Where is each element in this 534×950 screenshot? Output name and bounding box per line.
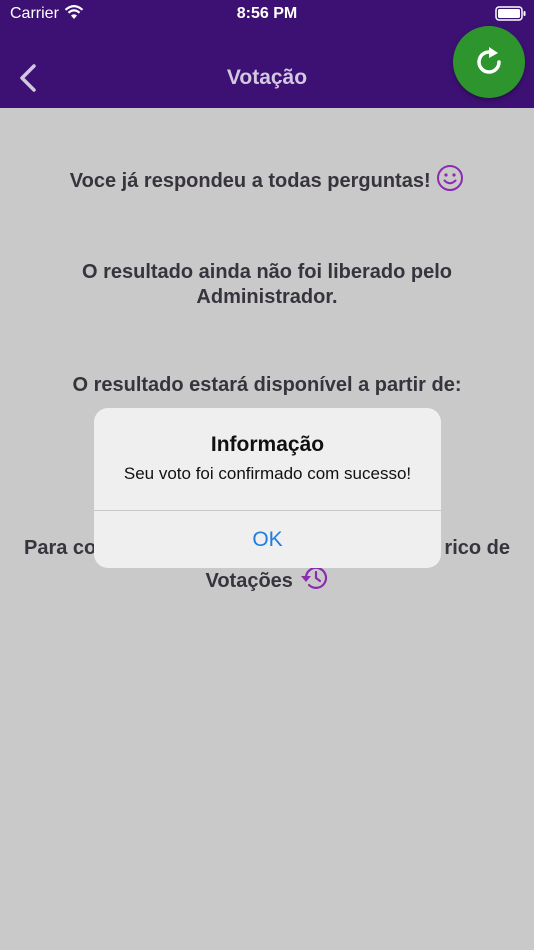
alert-message: Seu voto foi confirmado com sucesso! [123, 464, 412, 483]
alert-overlay: Informação Seu voto foi confirmado com s… [0, 0, 534, 950]
alert-title: Informação [210, 433, 325, 456]
alert-dialog: Informação Seu voto foi confirmado com s… [94, 408, 441, 568]
ok-button[interactable]: OK [94, 511, 441, 568]
